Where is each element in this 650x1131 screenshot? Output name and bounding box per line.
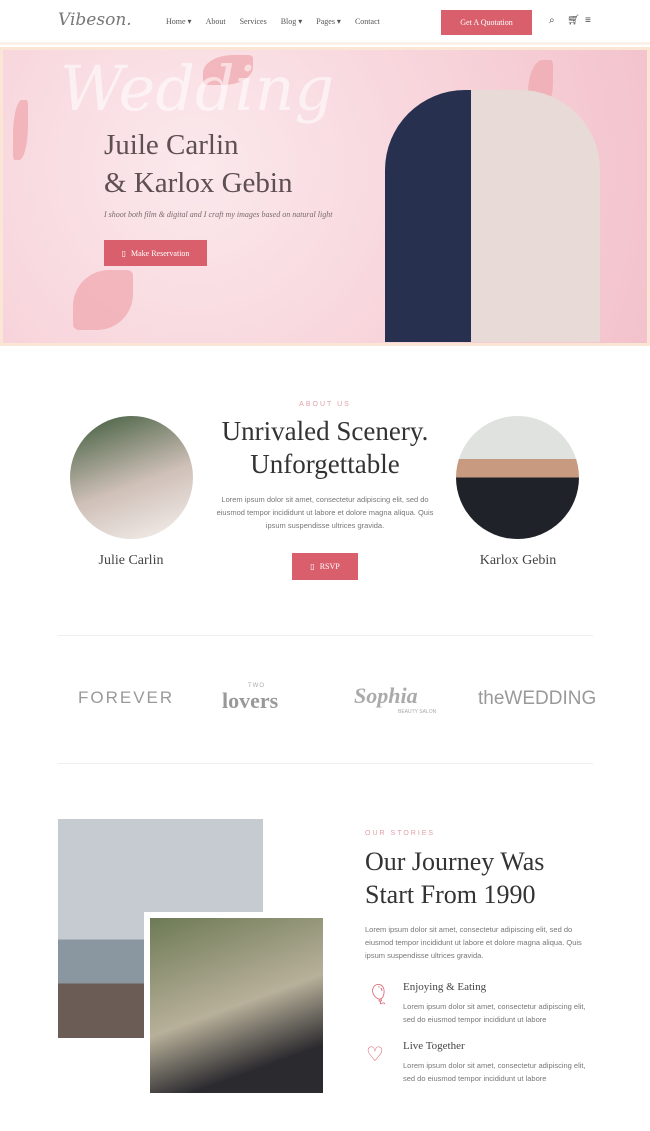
stories-eyebrow: OUR STORIES	[365, 830, 436, 837]
nav-pages[interactable]: Pages ▾	[316, 17, 341, 26]
main-nav: Home ▾ About Services Blog ▾ Pages ▾ Con…	[166, 17, 380, 26]
nav-home[interactable]: Home ▾	[166, 17, 192, 26]
hero-script-text: Wedding	[60, 52, 335, 125]
menu-icon[interactable]: ≡	[585, 15, 591, 26]
about-eyebrow: ABOUT US	[299, 401, 351, 408]
about-title: Unrivaled Scenery. Unforgettable	[200, 415, 450, 481]
bride-name: Julie Carlin	[98, 553, 164, 568]
story-photo-rocks	[144, 912, 329, 1099]
bride-photo	[70, 416, 193, 539]
search-icon[interactable]: ⌕	[549, 15, 555, 26]
couple-icon: ♡	[366, 1044, 384, 1066]
logo[interactable]: Vibeson.	[58, 10, 132, 30]
rsvp-button[interactable]: ▯ RSVP	[292, 553, 358, 580]
about-text: Lorem ipsum dolor sit amet, consectetur …	[216, 495, 434, 530]
feature-text: Lorem ipsum dolor sit amet, consectetur …	[403, 1002, 586, 1024]
petal-decoration	[13, 100, 28, 160]
balloons-icon: 🎈︎	[366, 984, 392, 1006]
about-title-line2: Unforgettable	[250, 449, 400, 479]
brand-beauty-salon: BEAUTY SALON	[398, 709, 437, 715]
brand-lovers: lovers	[222, 688, 279, 713]
feature-text: Lorem ipsum dolor sit amet, consectetur …	[403, 1061, 586, 1083]
nav-about[interactable]: About	[206, 17, 226, 26]
groom-photo	[456, 416, 579, 539]
nav-blog[interactable]: Blog ▾	[281, 17, 303, 26]
stories-title-line1: Our Journey Was	[365, 847, 545, 876]
brand-forever: FOREVER	[78, 688, 175, 707]
stories-text: Lorem ipsum dolor sit amet, consectetur …	[365, 925, 582, 960]
document-icon: ▯	[310, 562, 315, 571]
nav-services[interactable]: Services	[240, 17, 267, 26]
nav-contact[interactable]: Contact	[355, 17, 380, 26]
stories-title: Our Journey Was Start From 1990	[365, 845, 625, 911]
document-icon: ▯	[121, 248, 126, 258]
petal-decoration	[73, 270, 133, 330]
button-label: Make Reservation	[130, 248, 190, 258]
get-quotation-button[interactable]: Get A Quotation	[441, 10, 532, 35]
hero-subtitle: I shoot both film & digital and I craft …	[104, 210, 333, 219]
cart-icon[interactable]: 🛒︎	[567, 15, 580, 26]
about-title-line1: Unrivaled Scenery.	[221, 416, 429, 446]
hero-title: Juile Carlin & Karlox Gebin	[104, 126, 292, 202]
hero-title-line1: Juile Carlin	[104, 129, 239, 161]
groom-name: Karlox Gebin	[479, 553, 557, 568]
divider	[58, 763, 593, 764]
stories-title-line2: Start From 1990	[365, 880, 536, 909]
site-header: Vibeson. Home ▾ About Services Blog ▾ Pa…	[0, 0, 650, 45]
make-reservation-button[interactable]: ▯ Make Reservation	[104, 240, 207, 266]
hero-title-line2: & Karlox Gebin	[104, 167, 293, 199]
couple-photo	[385, 90, 600, 342]
brand-the-wedding: theWEDDING	[478, 688, 597, 709]
divider	[58, 635, 593, 636]
brand-sophia: Sophia	[354, 683, 418, 708]
feature-title: Live Together	[403, 1040, 465, 1052]
feature-title: Enjoying & Eating	[403, 981, 487, 993]
button-label: RSVP	[319, 562, 340, 571]
